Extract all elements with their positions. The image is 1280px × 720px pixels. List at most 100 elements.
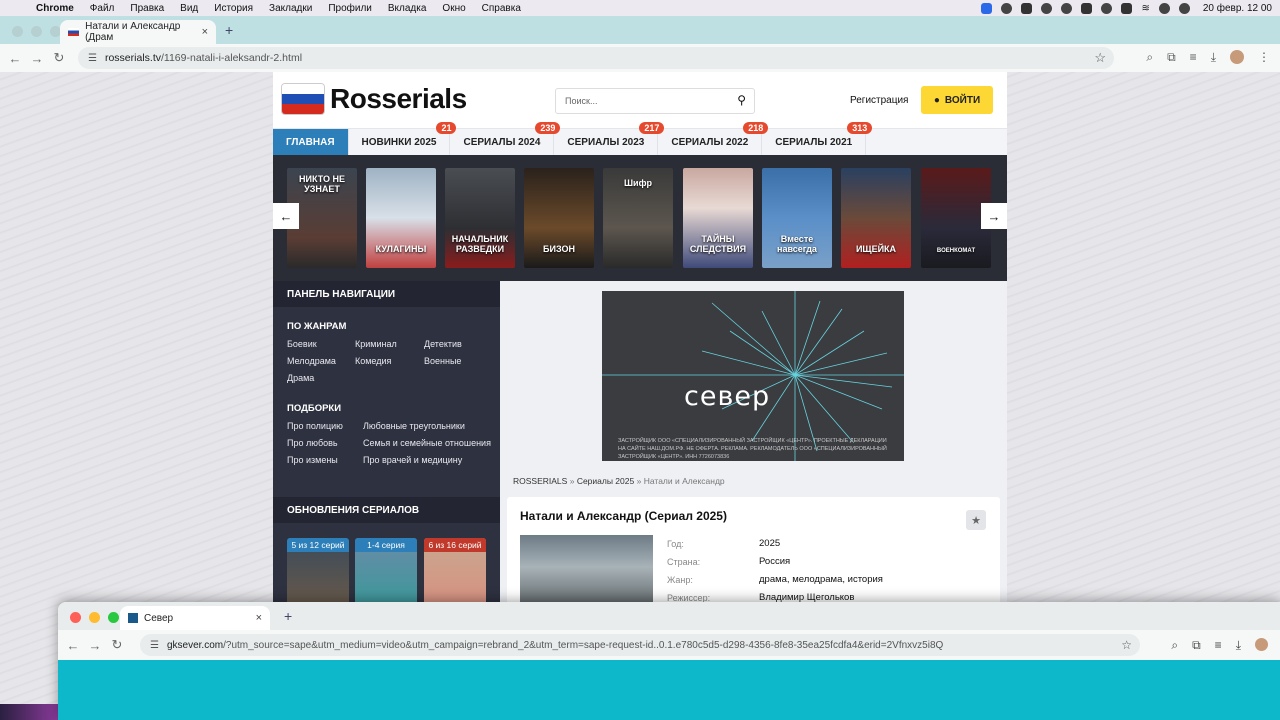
wifi-icon[interactable]: ≋ [1141,3,1149,14]
menu-profiles[interactable]: Профили [320,3,380,14]
address-bar[interactable]: ☰ rosserials.tv/1169-natali-i-aleksandr-… [78,47,1114,69]
menu-history[interactable]: История [206,3,261,14]
status-app-icon[interactable] [1001,2,1013,14]
count-badge: 313 [847,122,873,134]
site-logo[interactable]: Rosserials [282,83,467,115]
update-thumb[interactable]: 5 из 12 серий [287,538,349,608]
collection-link[interactable]: Любовные треугольники [363,421,465,431]
extensions-icon[interactable]: ⧉ [1167,50,1176,65]
menu-file[interactable]: Файл [82,3,123,14]
status-app-icon[interactable] [1041,2,1053,14]
popup-address-bar[interactable]: ☰ gksever.com/?utm_source=sape&utm_mediu… [140,634,1140,656]
genre-link[interactable]: Комедия [355,356,391,366]
menu-window[interactable]: Окно [434,3,473,14]
extensions-icon[interactable]: ⧉ [1192,638,1201,653]
genre-link[interactable]: Мелодрама [287,356,336,366]
menu-app[interactable]: Chrome [28,3,82,14]
new-tab-icon[interactable]: + [225,22,233,38]
menu-tab[interactable]: Вкладка [380,3,435,14]
nav-label: СЕРИАЛЫ 2021 [775,137,853,148]
poster-card[interactable]: ТАЙНЫ СЛЕДСТВИЯ [683,168,753,268]
status-app-icon[interactable] [1021,2,1033,14]
advertisement-video[interactable]: север ЗАСТРОЙЩИК ООО «СПЕЦИАЛИЗИРОВАННЫЙ… [602,291,904,461]
collection-link[interactable]: Про измены [287,455,338,465]
status-app-icon[interactable] [981,2,993,14]
genre-link[interactable]: Боевик [287,339,317,349]
nav-serials-2021[interactable]: СЕРИАЛЫ 2021 313 [762,122,873,156]
poster-card[interactable]: ИЩЕЙКА [841,168,911,268]
back-icon[interactable]: ← [4,51,26,66]
poster-card[interactable]: Вместе навсегда [762,168,832,268]
update-thumb[interactable]: 1-4 серия [355,538,417,608]
reload-icon[interactable]: ↻ [48,50,70,66]
breadcrumb-home[interactable]: ROSSERIALS [513,476,567,486]
breadcrumb-section[interactable]: Сериалы 2025 [577,476,634,486]
register-link[interactable]: Регистрация [850,95,908,106]
status-app-icon[interactable] [1081,2,1093,14]
collection-link[interactable]: Семья и семейные отношения [363,438,491,448]
close-window-button[interactable] [12,26,23,37]
poster-card[interactable]: БИЗОН [524,168,594,268]
minimize-window-button[interactable] [89,612,100,623]
nav-serials-2023[interactable]: СЕРИАЛЫ 2023 217 [554,122,665,156]
bookmark-star-icon[interactable]: ☆ [1121,638,1132,652]
login-button[interactable]: ● ВОЙТИ [921,86,993,114]
zoom-icon[interactable]: ⌕ [1146,50,1153,65]
popup-tab-active[interactable]: Север × [120,606,270,630]
poster-card[interactable]: НАЧАЛЬНИК РАЗВЕДКИ [445,168,515,268]
genre-link[interactable]: Криминал [355,339,397,349]
close-tab-icon[interactable]: × [256,612,262,624]
spotlight-icon[interactable] [1158,2,1170,14]
new-tab-icon[interactable]: + [284,608,292,624]
bookmark-star-icon[interactable]: ☆ [1094,50,1106,66]
poster-card[interactable]: Шифр [603,168,673,268]
download-icon[interactable]: ⤓ [1211,50,1216,65]
nav-new-2025[interactable]: НОВИНКИ 2025 21 [349,122,457,156]
genre-link[interactable]: Драма [287,373,314,383]
profile-avatar[interactable] [1230,50,1244,64]
update-thumb[interactable]: 6 из 16 серий [424,538,486,608]
battery-icon[interactable] [1121,2,1133,14]
media-icon[interactable]: ≡ [1215,638,1222,653]
collection-link[interactable]: Про врачей и медицину [363,455,462,465]
zoom-icon[interactable]: ⌕ [1171,638,1178,653]
episode-badge: 5 из 12 серий [287,538,349,552]
collection-link[interactable]: Про полицию [287,421,343,431]
download-icon[interactable]: ⤓ [1236,638,1241,653]
status-app-icon[interactable] [1061,2,1073,14]
profile-avatar[interactable] [1255,638,1268,651]
site-settings-icon[interactable]: ☰ [150,640,159,651]
genre-link[interactable]: Военные [424,356,461,366]
menu-kebab-icon[interactable]: ⋮ [1258,50,1270,65]
zoom-window-button[interactable] [108,612,119,623]
menu-view[interactable]: Вид [172,3,206,14]
control-center-icon[interactable] [1178,2,1190,14]
back-icon[interactable]: ← [62,638,84,653]
close-tab-icon[interactable]: × [202,26,208,38]
menubar-clock[interactable]: 20 февр. 12 00 [1203,3,1272,14]
collection-link[interactable]: Про любовь [287,438,338,448]
search-icon[interactable]: ⚲ [737,93,746,107]
genre-link[interactable]: Детектив [424,339,462,349]
nav-home[interactable]: ГЛАВНАЯ [273,129,349,156]
nav-serials-2024[interactable]: СЕРИАЛЫ 2024 239 [450,122,561,156]
reload-icon[interactable]: ↻ [106,637,128,653]
minimize-window-button[interactable] [31,26,42,37]
forward-icon[interactable]: → [84,638,106,653]
site-settings-icon[interactable]: ☰ [88,53,97,64]
media-icon[interactable]: ≡ [1190,50,1197,65]
forward-icon[interactable]: → [26,51,48,66]
close-window-button[interactable] [70,612,81,623]
status-app-icon[interactable] [1101,2,1113,14]
menu-edit[interactable]: Правка [122,3,172,14]
poster-title: ИЩЕЙКА [855,244,897,254]
carousel-next-arrow-icon[interactable]: → [981,203,1007,229]
menu-help[interactable]: Справка [474,3,529,14]
search-input[interactable]: Поиск... ⚲ [555,88,755,114]
menu-bookmarks[interactable]: Закладки [261,3,320,14]
carousel-prev-arrow-icon[interactable]: ← [273,203,299,229]
poster-card[interactable]: КУЛАГИНЫ [366,168,436,268]
browser-tab-active[interactable]: Натали и Александр (Драм × [60,20,216,44]
favorite-star-button[interactable]: ★ [966,510,986,530]
nav-serials-2022[interactable]: СЕРИАЛЫ 2022 218 [658,122,769,156]
